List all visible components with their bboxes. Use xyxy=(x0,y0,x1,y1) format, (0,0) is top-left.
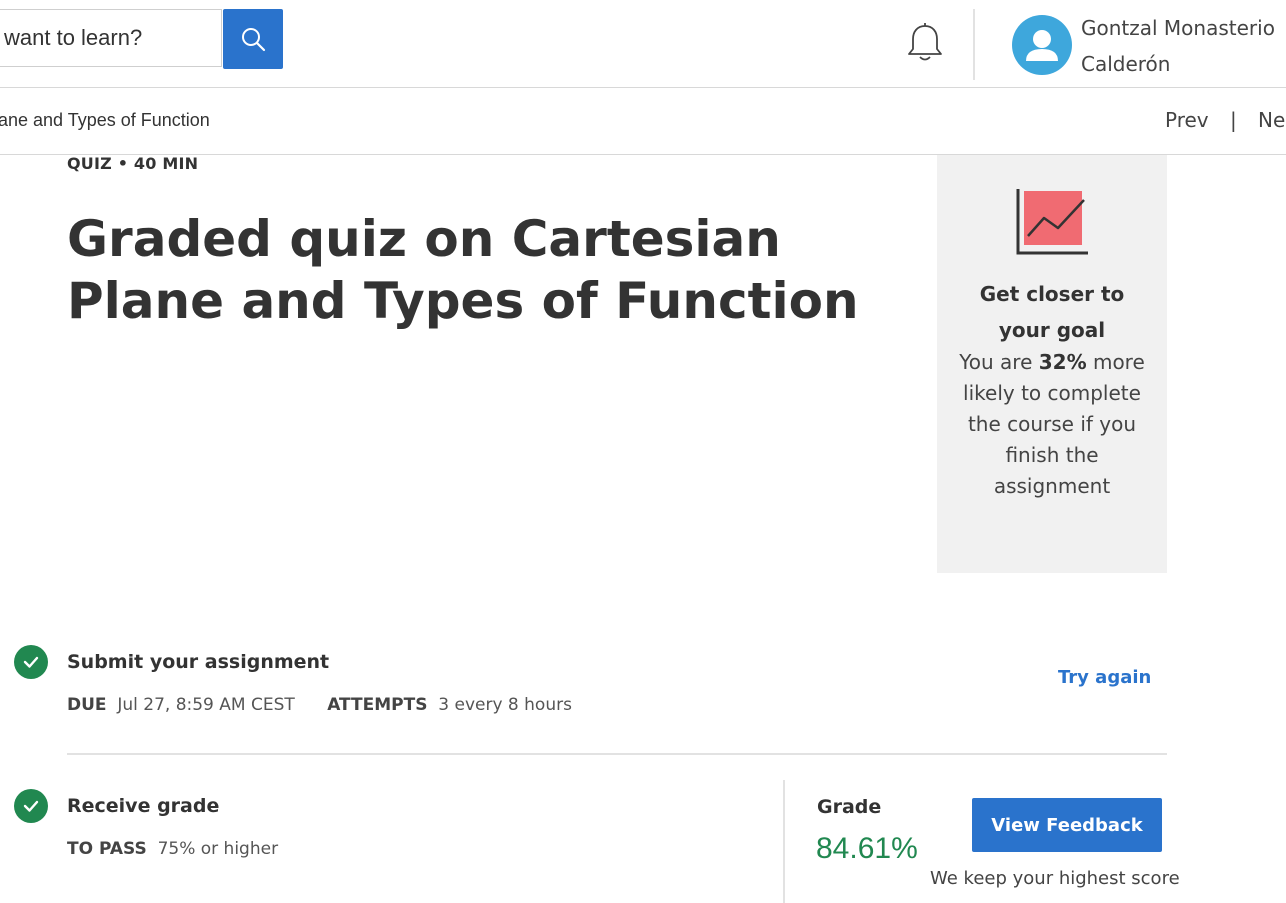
view-feedback-button[interactable]: View Feedback xyxy=(972,798,1162,852)
breadcrumb[interactable]: ane and Types of Function xyxy=(0,110,210,131)
header-divider xyxy=(973,9,975,80)
search-input[interactable] xyxy=(0,9,222,67)
submit-complete-check-icon xyxy=(14,645,48,679)
grade-complete-check-icon xyxy=(14,789,48,823)
search-icon xyxy=(242,28,266,52)
goal-panel: Get closer to your goal You are 32% more… xyxy=(937,155,1167,573)
highest-score-note: We keep your highest score xyxy=(930,868,1180,889)
grade-divider xyxy=(783,780,785,903)
goal-heading: Get closer to your goal xyxy=(979,282,1125,342)
next-link[interactable]: Ne xyxy=(1258,108,1285,132)
attempts-label: ATTEMPTS xyxy=(327,695,428,715)
pass-value: 75% or higher xyxy=(157,839,279,859)
grade-step-meta: TO PASS 75% or higher xyxy=(67,839,278,859)
avatar[interactable] xyxy=(1012,15,1072,75)
grade-value: 84.61% xyxy=(816,832,918,865)
submit-step-meta: DUE Jul 27, 8:59 AM CEST ATTEMPTS 3 ever… xyxy=(67,695,572,715)
bell-icon[interactable] xyxy=(905,22,945,64)
goal-text-before: You are xyxy=(959,350,1039,374)
pass-label: TO PASS xyxy=(67,839,147,859)
user-name-line2: Calderón xyxy=(1081,52,1171,76)
grade-step-title: Receive grade xyxy=(67,795,220,817)
grade-label: Grade xyxy=(817,796,882,818)
prev-link[interactable]: Prev xyxy=(1165,108,1209,132)
quiz-meta: QUIZ • 40 MIN xyxy=(67,154,199,173)
try-again-link[interactable]: Try again xyxy=(1058,667,1151,688)
page-title: Graded quiz on Cartesian Plane and Types… xyxy=(67,210,859,330)
due-label: DUE xyxy=(67,695,107,715)
item-nav-bar: ane and Types of Function Prev | Ne xyxy=(0,88,1286,155)
due-value: Jul 27, 8:59 AM CEST xyxy=(117,695,295,715)
attempts-value: 3 every 8 hours xyxy=(438,695,572,715)
user-name[interactable]: Gontzal Monasterio Calderón xyxy=(1081,10,1286,82)
goal-text: You are 32% more likely to complete the … xyxy=(952,347,1152,502)
search-button[interactable] xyxy=(223,9,283,69)
user-avatar-icon xyxy=(1026,30,1058,61)
nav-separator: | xyxy=(1230,108,1237,132)
submit-step-title: Submit your assignment xyxy=(67,651,330,673)
goal-percent: 32% xyxy=(1038,350,1087,374)
top-bar: Gontzal Monasterio Calderón xyxy=(0,0,1286,88)
steps-divider xyxy=(67,753,1167,755)
user-name-line1: Gontzal Monasterio xyxy=(1081,16,1275,40)
trend-chart-icon xyxy=(1016,189,1088,255)
